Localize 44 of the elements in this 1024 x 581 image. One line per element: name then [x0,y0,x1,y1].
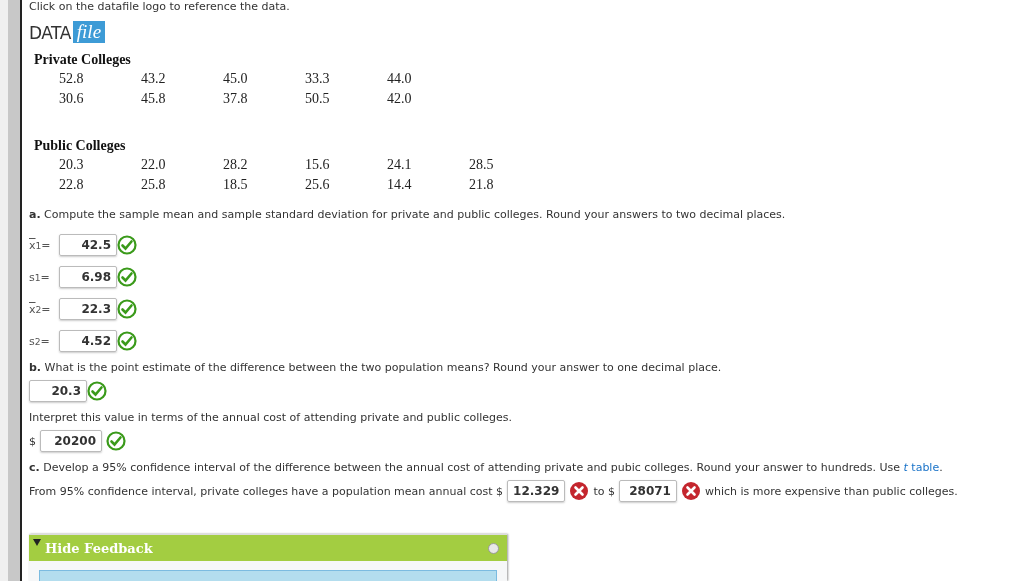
answer-field[interactable]: 6.98 [59,266,117,288]
data-value: 20.3 [59,156,85,174]
answer-text: to $ [593,484,615,498]
data-value: 37.8 [223,90,249,108]
data-value: 42.0 [387,90,413,108]
data-value: 45.8 [141,90,167,108]
answer-field[interactable]: 20.3 [29,380,87,402]
caret-icon [33,539,41,547]
dataset-title: Private Colleges [34,51,132,69]
answer-text: which is more expensive than public colleges. [704,484,958,498]
dollar-sign: $ [29,434,36,448]
data-value: 30.6 [59,90,85,108]
answer-field[interactable]: 22.3 [59,298,117,320]
datafile-logo[interactable]: DATA file [29,17,1024,43]
data-value: 28.2 [223,156,249,174]
data-value: 45.0 [223,70,249,88]
answer-text: From 95% confidence interval, private colleges have a population mean annual cost $ [29,484,504,498]
data-value: 43.2 [141,70,167,88]
answer-field[interactable]: 42.5 [59,234,117,256]
question-text: b. What is the point estimate of the difference between the two population means? Round your answer to one decimal place. [29,361,723,375]
answer-field[interactable]: 12.329 [507,480,566,502]
question-text: a. Compute the sample mean and sample standard deviation for private and public colleges. Round your answers to two decimal places. [29,208,787,222]
data-value: 52.8 [59,70,85,88]
answer-field[interactable]: 4.52 [59,330,117,352]
answer-field[interactable]: 20200 [40,430,102,452]
answer-field[interactable]: 28071 [618,480,677,502]
data-value: 22.8 [59,176,85,194]
data-value: 50.5 [305,90,331,108]
instruction-text: Click on the datafile logo to reference the data. [29,1,291,13]
data-value: 14.4 [387,176,413,194]
data-value: 15.6 [305,156,331,174]
data-value: 44.0 [387,70,413,88]
data-value: 25.8 [141,176,167,194]
data-value: 25.6 [305,176,331,194]
data-value: 28.5 [469,156,495,174]
data-value: 22.0 [141,156,167,174]
question-text: c. Develop a 95% confidence interval of the difference between the annual cost of attending private and pubic colleges. Round your answer to hundreds. Use t table. [29,461,944,475]
circle-icon [488,542,499,554]
dataset-title: Public Colleges [34,137,127,155]
data-value: 18.5 [223,176,249,194]
data-value: 33.3 [305,70,331,88]
question-text: Interpret this value in terms of the annual cost of attending private and public colleges. [29,411,514,425]
data-value: 21.8 [469,176,495,194]
data-value: 24.1 [387,156,413,174]
